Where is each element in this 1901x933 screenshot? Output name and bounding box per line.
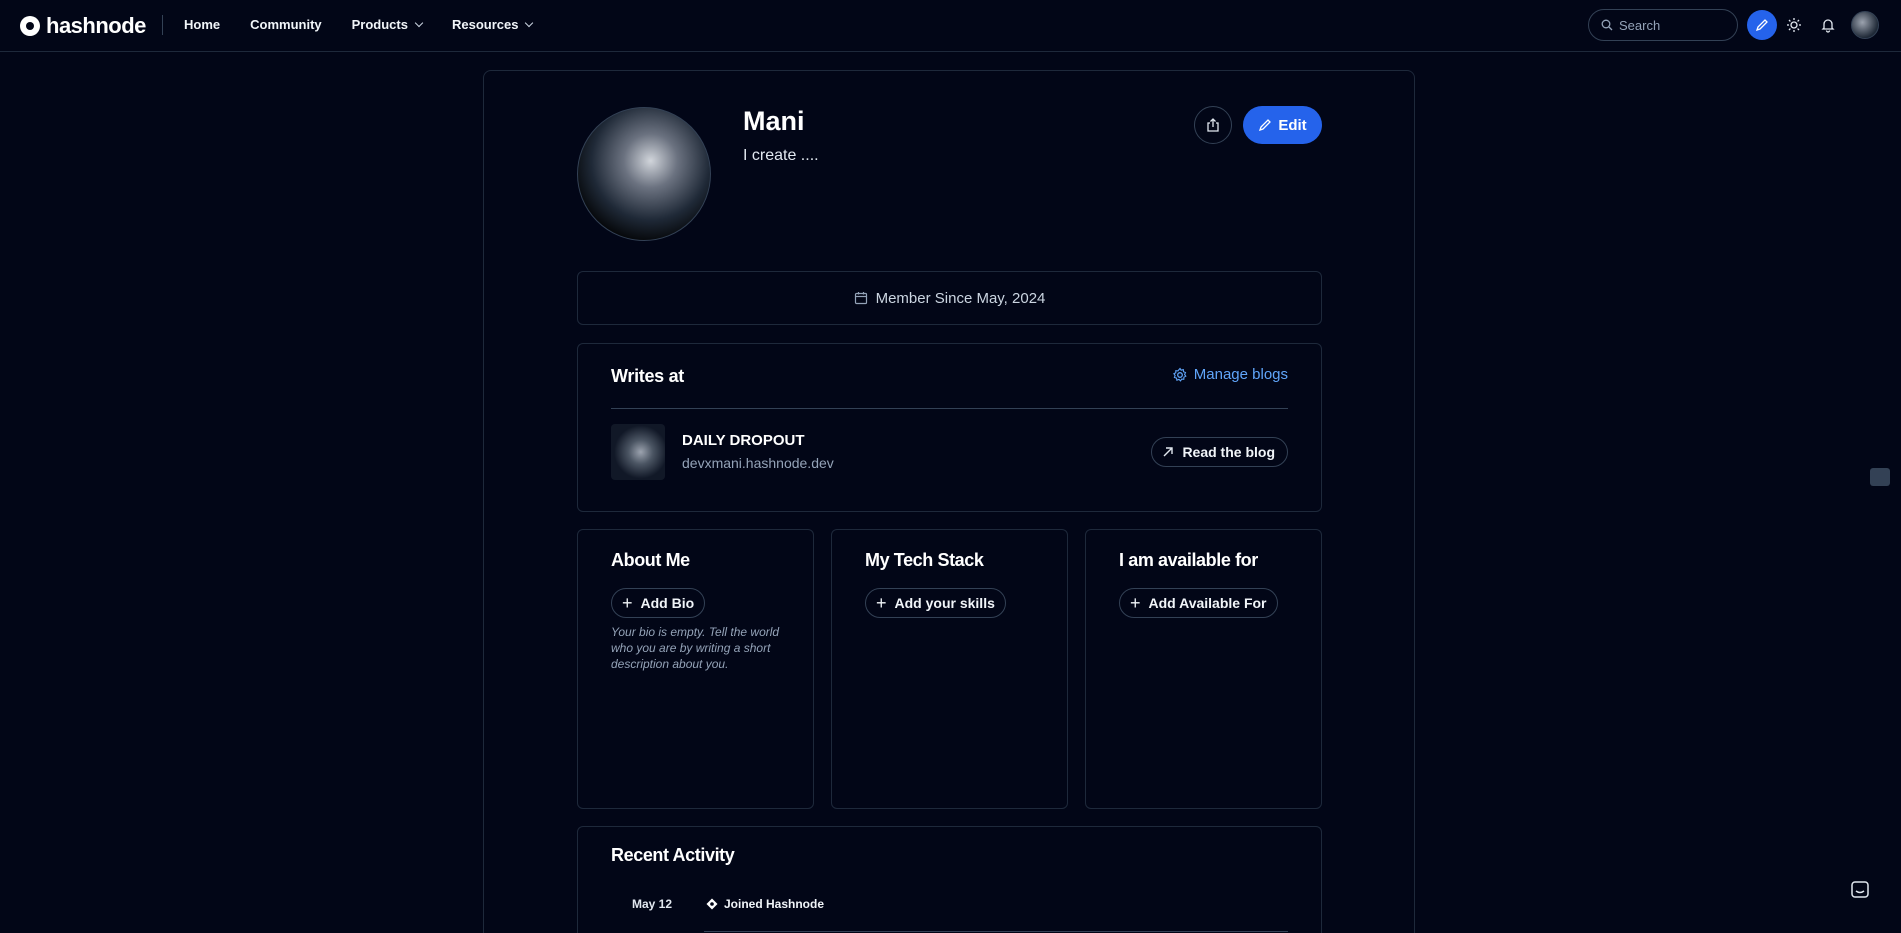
nav-link-products[interactable]: Products bbox=[351, 17, 424, 32]
recent-activity-title: Recent Activity bbox=[611, 845, 735, 865]
blog-name[interactable]: DAILY DROPOUT bbox=[682, 432, 805, 449]
writes-at-section: Writes at Manage blogs DAILY DROPOUT dev… bbox=[577, 343, 1322, 512]
activity-text: Joined Hashnode bbox=[724, 897, 825, 911]
calendar-icon bbox=[854, 292, 867, 305]
add-bio-label: Add Bio bbox=[640, 595, 695, 611]
nav-link-community[interactable]: Community bbox=[250, 17, 322, 32]
chevron-down-icon bbox=[414, 18, 424, 28]
tech-stack-section: My Tech Stack + Add your skills bbox=[831, 529, 1068, 809]
blog-thumbnail[interactable] bbox=[611, 424, 665, 480]
nav-link-home[interactable]: Home bbox=[184, 17, 220, 32]
member-since-box: Member Since May, 2024 bbox=[577, 271, 1322, 325]
nav-link-label: Community bbox=[250, 17, 322, 32]
chevron-down-icon bbox=[525, 18, 534, 28]
plus-icon: + bbox=[1130, 593, 1141, 613]
about-me-section: About Me + Add Bio Your bio is empty. Te… bbox=[577, 529, 814, 809]
manage-blogs-label: Manage blogs bbox=[1193, 366, 1288, 383]
search-icon bbox=[1601, 19, 1613, 31]
share-icon bbox=[1207, 118, 1219, 132]
plus-icon: + bbox=[876, 593, 887, 613]
notifications-button[interactable] bbox=[1816, 13, 1840, 37]
hashnode-logo-icon bbox=[706, 898, 718, 910]
add-available-for-label: Add Available For bbox=[1148, 595, 1267, 611]
bio-empty-text: Your bio is empty. Tell the world who yo… bbox=[611, 625, 780, 671]
arrow-up-right-icon bbox=[1163, 447, 1174, 457]
user-avatar[interactable] bbox=[1851, 11, 1879, 39]
extension-tab[interactable] bbox=[1870, 468, 1890, 486]
pencil-icon bbox=[1755, 19, 1768, 32]
tech-stack-title: My Tech Stack bbox=[865, 550, 984, 570]
search-input[interactable]: Search bbox=[1588, 9, 1738, 41]
manage-blogs-link[interactable]: Manage blogs bbox=[1172, 366, 1288, 383]
chat-icon bbox=[1851, 881, 1869, 898]
share-button[interactable] bbox=[1194, 106, 1232, 144]
available-for-title: I am available for bbox=[1119, 550, 1258, 570]
sun-icon bbox=[1787, 18, 1801, 32]
pencil-icon bbox=[1259, 119, 1272, 132]
activity-item: Joined Hashnode bbox=[706, 897, 824, 911]
divider bbox=[611, 408, 1288, 409]
divider bbox=[704, 931, 1288, 932]
search-placeholder: Search bbox=[1619, 17, 1661, 33]
theme-toggle-button[interactable] bbox=[1782, 13, 1806, 37]
about-me-title: About Me bbox=[611, 550, 690, 570]
nav-link-resources[interactable]: Resources bbox=[451, 17, 534, 32]
add-bio-button[interactable]: + Add Bio bbox=[611, 588, 706, 618]
writes-at-title: Writes at bbox=[611, 366, 684, 386]
edit-profile-button[interactable]: Edit bbox=[1243, 106, 1322, 144]
member-since-text: Member Since May, 2024 bbox=[875, 289, 1046, 307]
add-skills-label: Add your skills bbox=[894, 595, 995, 611]
blog-url: devxmani.hashnode.dev bbox=[682, 455, 834, 471]
profile-avatar bbox=[577, 107, 711, 241]
top-navbar: hashnode Home Community Products Resourc… bbox=[0, 0, 1901, 52]
write-button[interactable] bbox=[1747, 10, 1777, 40]
profile-tagline: I create .... bbox=[743, 147, 819, 164]
add-skills-button[interactable]: + Add your skills bbox=[865, 588, 1006, 618]
nav-divider bbox=[162, 15, 163, 35]
nav-links: Home Community Products Resources bbox=[184, 17, 534, 32]
read-the-blog-label: Read the blog bbox=[1182, 444, 1275, 460]
hashnode-logo[interactable]: hashnode bbox=[20, 13, 146, 39]
nav-link-label: Home bbox=[184, 17, 221, 32]
chat-button[interactable] bbox=[1846, 876, 1874, 904]
recent-activity-section: Recent Activity May 12 Joined Hashnode bbox=[577, 826, 1322, 933]
brand-name: hashnode bbox=[46, 13, 146, 38]
profile-name: Mani bbox=[743, 106, 805, 136]
edit-label: Edit bbox=[1278, 116, 1307, 134]
activity-date: May 12 bbox=[632, 897, 673, 911]
plus-icon: + bbox=[622, 593, 633, 613]
nav-link-label: Resources bbox=[451, 17, 519, 32]
hashnode-logo-icon bbox=[20, 16, 40, 36]
gear-icon bbox=[1172, 367, 1187, 382]
read-the-blog-button[interactable]: Read the blog bbox=[1151, 437, 1288, 467]
available-for-section: I am available for + Add Available For bbox=[1085, 529, 1322, 809]
bell-icon bbox=[1821, 19, 1835, 33]
add-available-for-button[interactable]: + Add Available For bbox=[1119, 588, 1278, 618]
nav-link-label: Products bbox=[351, 17, 408, 32]
